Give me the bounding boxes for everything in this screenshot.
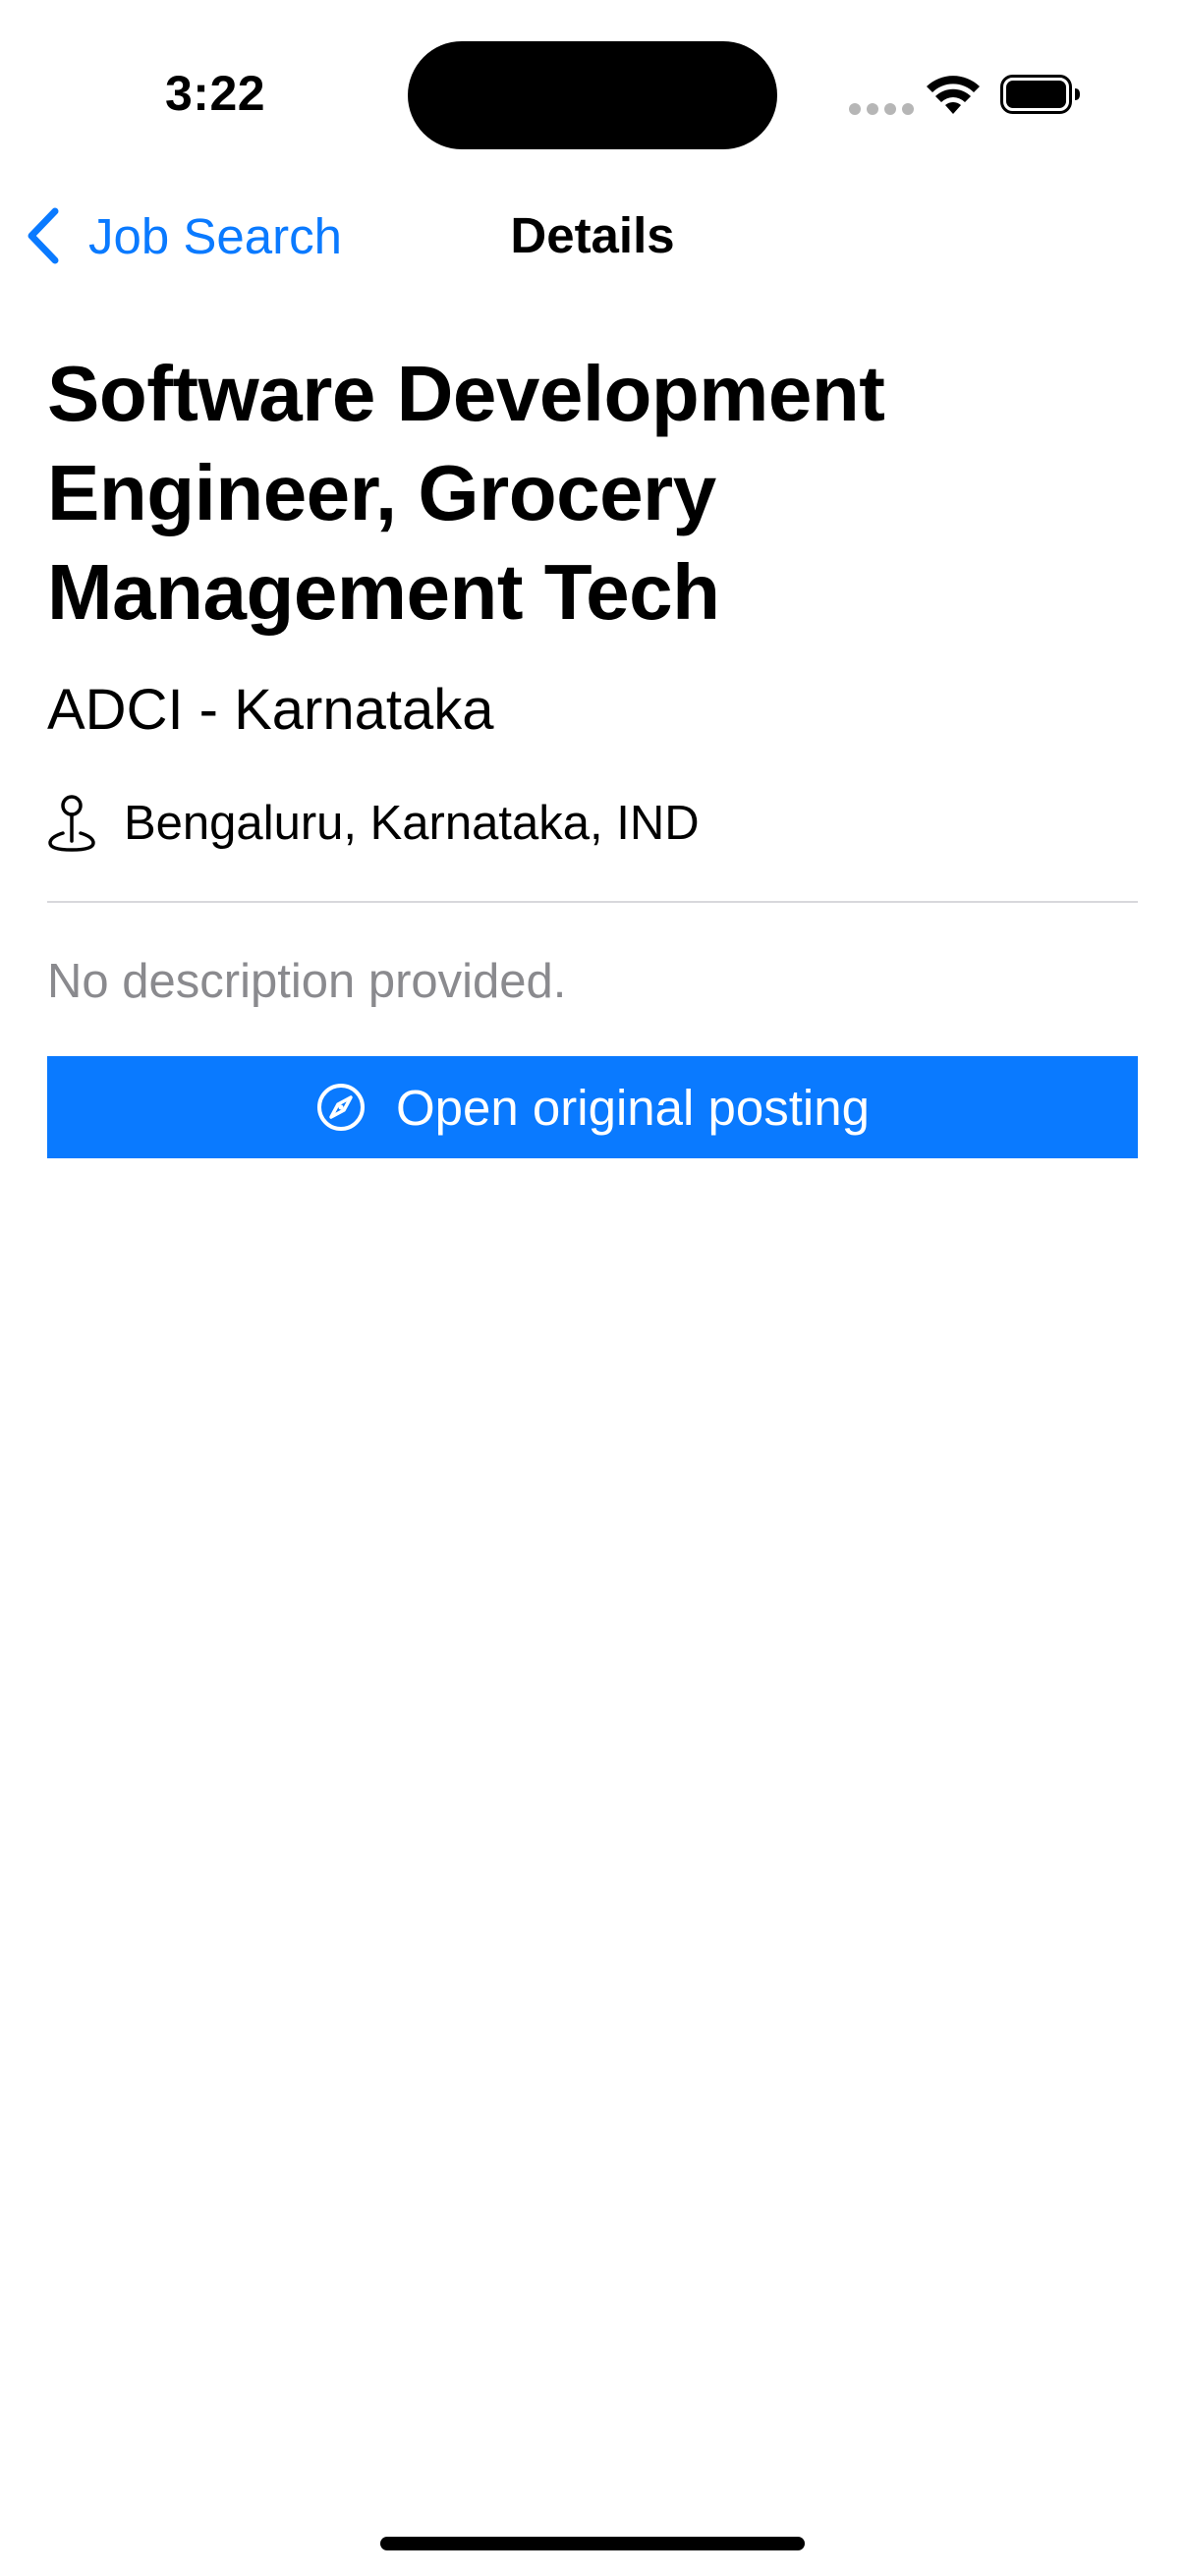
map-pin-icon bbox=[48, 795, 95, 852]
dynamic-island bbox=[408, 41, 777, 149]
divider bbox=[47, 901, 1138, 903]
wifi-icon bbox=[927, 76, 980, 114]
chevron-left-icon bbox=[28, 207, 59, 264]
open-original-posting-button[interactable]: Open original posting bbox=[47, 1056, 1138, 1158]
status-time: 3:22 bbox=[165, 66, 266, 121]
compass-icon bbox=[317, 1084, 365, 1131]
job-description: No description provided. bbox=[47, 955, 567, 1008]
job-details: Software Development Engineer, Grocery M… bbox=[47, 344, 1138, 1158]
home-indicator[interactable] bbox=[380, 2537, 805, 2550]
job-location: Bengaluru, Karnataka, IND bbox=[124, 797, 700, 850]
battery-icon bbox=[1000, 75, 1080, 114]
open-original-posting-label: Open original posting bbox=[396, 1079, 870, 1136]
status-bar: 3:22 bbox=[0, 0, 1185, 187]
back-button[interactable]: Job Search bbox=[24, 198, 342, 273]
location-row: Bengaluru, Karnataka, IND bbox=[47, 793, 1138, 854]
back-button-label: Job Search bbox=[88, 207, 342, 264]
navigation-bar: Details Job Search bbox=[0, 187, 1185, 285]
company-name: ADCI - Karnataka bbox=[47, 678, 494, 742]
cellular-signal-icon bbox=[849, 103, 914, 115]
job-title: Software Development Engineer, Grocery M… bbox=[47, 350, 885, 636]
